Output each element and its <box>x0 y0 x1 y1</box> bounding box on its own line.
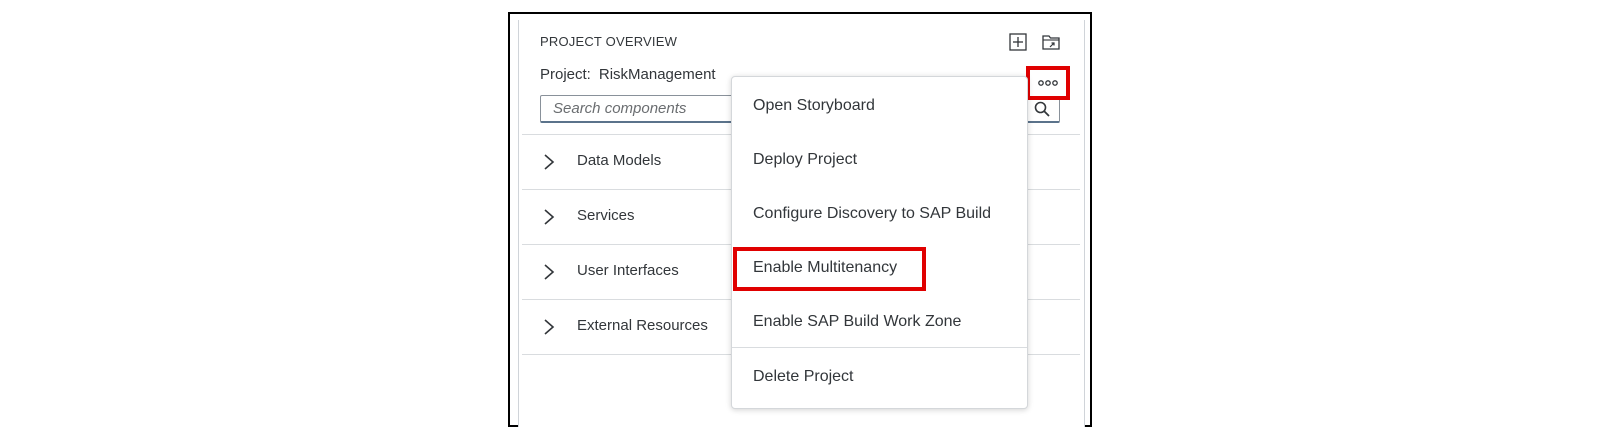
project-row: Project: RiskManagement <box>540 66 716 83</box>
open-folder-icon[interactable] <box>1042 33 1060 51</box>
search-icon[interactable] <box>1033 100 1051 118</box>
project-label: Project: <box>540 66 591 83</box>
chevron-right-icon <box>544 264 555 280</box>
tree-item-label: Data Models <box>577 152 662 169</box>
menu-item-label: Deploy Project <box>753 151 858 168</box>
menu-item-label: Enable SAP Build Work Zone <box>753 313 962 330</box>
menu-item-open-storyboard[interactable]: Open Storyboard <box>732 82 1027 132</box>
menu-item-label: Delete Project <box>753 368 854 385</box>
menu-item-enable-multitenancy[interactable]: Enable Multitenancy <box>732 244 1027 294</box>
tree-item-label: External Resources <box>577 317 708 334</box>
panel-title: PROJECT OVERVIEW <box>540 34 678 49</box>
chevron-right-icon <box>544 209 555 225</box>
menu-divider <box>732 347 1027 348</box>
add-icon[interactable] <box>1009 33 1027 51</box>
menu-item-deploy-project[interactable]: Deploy Project <box>732 136 1027 186</box>
menu-item-delete-project[interactable]: Delete Project <box>732 353 1027 403</box>
menu-item-configure-discovery[interactable]: Configure Discovery to SAP Build <box>732 190 1027 240</box>
more-actions-button[interactable] <box>1026 66 1070 100</box>
menu-item-label: Configure Discovery to SAP Build <box>753 205 992 222</box>
project-actions-menu: Open Storyboard Deploy Project Configure… <box>731 76 1028 409</box>
tree-item-label: User Interfaces <box>577 262 679 279</box>
tree-item-label: Services <box>577 207 635 224</box>
chevron-right-icon <box>544 319 555 335</box>
chevron-right-icon <box>544 154 555 170</box>
menu-item-enable-work-zone[interactable]: Enable SAP Build Work Zone <box>732 298 1027 348</box>
menu-item-label: Open Storyboard <box>753 97 875 114</box>
project-name: RiskManagement <box>598 66 716 83</box>
ellipsis-icon <box>1038 80 1058 86</box>
menu-item-label: Enable Multitenancy <box>753 259 898 276</box>
